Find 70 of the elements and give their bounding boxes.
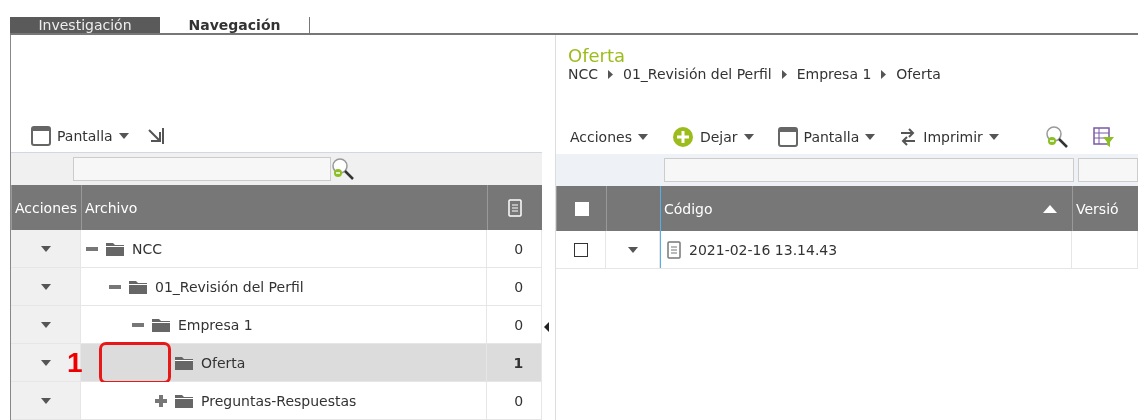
toolbar-menu-button[interactable]: Acciones xyxy=(570,129,648,145)
checkbox[interactable] xyxy=(573,242,588,257)
caret-icon xyxy=(40,245,51,252)
chevron-icon xyxy=(881,69,887,79)
folder-name: Preguntas-Respuestas xyxy=(201,392,357,409)
breadcrumb-link[interactable]: Oferta xyxy=(896,66,941,82)
item-count: 1 xyxy=(513,354,524,371)
caret-icon xyxy=(40,283,51,290)
breadcrumb-link[interactable]: NCC xyxy=(568,66,599,82)
jump-icon[interactable] xyxy=(146,126,165,145)
filter-field[interactable] xyxy=(1078,158,1138,182)
toolbar-menu-button[interactable]: Imprimir xyxy=(899,127,999,147)
expand-icon[interactable] xyxy=(155,394,167,407)
search-icon[interactable] xyxy=(1044,125,1069,149)
swap-arrows-icon xyxy=(899,127,918,147)
toolbar-menu-button[interactable]: Dejar xyxy=(671,126,754,148)
folder-icon xyxy=(152,317,170,332)
breadcrumb-link[interactable]: Empresa 1 xyxy=(796,66,872,82)
sort-up-icon[interactable] xyxy=(1043,204,1057,213)
toolbar-menu-button[interactable]: Pantalla xyxy=(777,127,876,147)
filter-field[interactable] xyxy=(664,158,1074,182)
search-icon[interactable] xyxy=(331,157,355,181)
collapse-icon[interactable] xyxy=(132,322,144,327)
folder-icon xyxy=(129,279,147,294)
folder-icon xyxy=(175,355,193,370)
chevron-icon xyxy=(781,69,787,79)
display-menu-button[interactable]: Pantalla xyxy=(31,125,129,146)
collapse-icon[interactable] xyxy=(86,246,98,251)
item-count: 0 xyxy=(514,392,524,409)
breadcrumb-link[interactable]: 01_Revisión del Perfil xyxy=(623,66,772,82)
filter-field[interactable] xyxy=(73,157,331,181)
window-icon xyxy=(31,125,51,146)
item-count: 0 xyxy=(514,316,524,333)
chevron-icon xyxy=(608,69,614,79)
caret-icon xyxy=(118,132,129,139)
caret-icon xyxy=(40,397,51,404)
column-header[interactable]: Versió xyxy=(1076,200,1119,217)
record-code: 2021-02-16 13.14.43 xyxy=(689,241,838,258)
item-count: 0 xyxy=(514,240,524,257)
window-icon xyxy=(777,127,798,147)
table-filter-icon[interactable] xyxy=(1092,126,1115,148)
item-count: 0 xyxy=(514,278,524,295)
tab[interactable]: Investigación xyxy=(10,17,160,33)
annotation-number: 1 xyxy=(67,347,83,379)
folder-icon xyxy=(106,241,124,256)
document-icon xyxy=(667,240,681,259)
caret-icon xyxy=(637,134,648,140)
column-header[interactable]: Código xyxy=(664,200,713,217)
caret-icon xyxy=(40,321,51,328)
collapse-icon[interactable] xyxy=(109,284,121,289)
tree-row[interactable]: Preguntas-Respuestas 0 xyxy=(11,382,543,420)
page-title: Oferta xyxy=(568,45,627,66)
folder-name: Empresa 1 xyxy=(178,316,253,333)
caret-icon xyxy=(627,246,638,253)
document-icon xyxy=(508,198,523,217)
folder-icon xyxy=(175,393,193,408)
table-row[interactable]: 2021-02-16 13.14.43 xyxy=(556,231,1138,269)
folder-name: Oferta xyxy=(201,354,246,371)
splitter-arrow-icon[interactable] xyxy=(544,322,549,332)
caret-icon xyxy=(865,134,876,140)
folder-name: NCC xyxy=(132,240,163,257)
caret-icon xyxy=(743,134,754,140)
tree-row[interactable]: 1 Oferta 1 xyxy=(11,344,543,382)
folder-name: 01_Revisión del Perfil xyxy=(155,278,304,295)
caret-icon xyxy=(40,359,51,366)
tree-row[interactable]: 01_Revisión del Perfil 0 xyxy=(11,268,543,306)
tree-row[interactable]: NCC 0 xyxy=(11,230,543,268)
caret-icon xyxy=(988,134,999,140)
tree-row[interactable]: Empresa 1 0 xyxy=(11,306,543,344)
plus-circle-icon xyxy=(671,126,694,148)
